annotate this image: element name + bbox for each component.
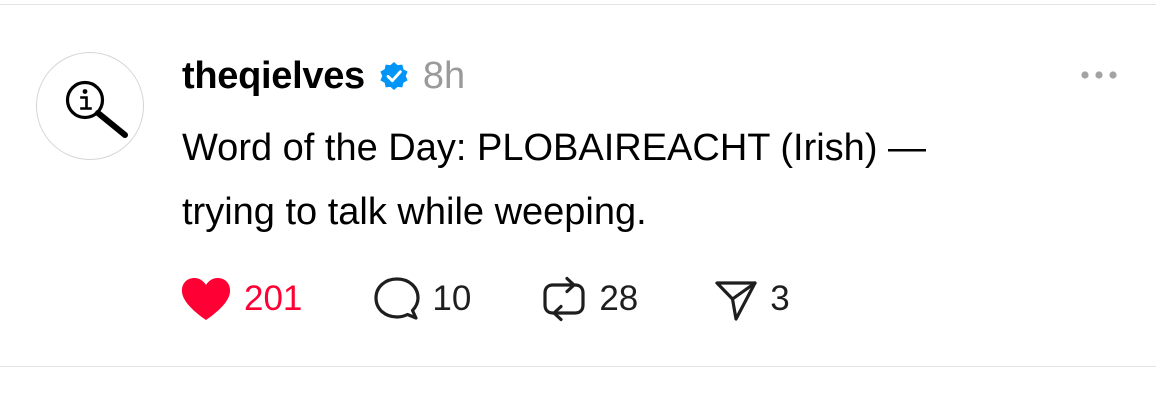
more-dots-icon [1081, 71, 1117, 79]
post-text: Word of the Day: PLOBAIREACHT (Irish) — … [182, 116, 1082, 244]
username-link[interactable]: theqielves [182, 55, 365, 98]
like-button[interactable]: 201 [178, 275, 302, 323]
top-divider [0, 4, 1156, 5]
post-actions: 201 10 28 3 [178, 274, 790, 324]
magnifier-info-icon [65, 80, 128, 138]
post-text-line-2: trying to talk while weeping. [182, 191, 647, 233]
verified-badge-icon [380, 61, 408, 91]
avatar[interactable] [36, 52, 144, 160]
reply-button[interactable]: 10 [372, 275, 471, 323]
more-options-button[interactable] [1074, 60, 1124, 90]
bottom-divider [0, 366, 1156, 367]
heart-icon [181, 278, 231, 320]
repost-count: 28 [599, 279, 639, 318]
reply-count: 10 [432, 279, 472, 318]
like-count: 201 [244, 279, 303, 318]
share-send-icon [715, 281, 757, 321]
post-text-line-1: Word of the Day: PLOBAIREACHT (Irish) — [182, 127, 927, 169]
repost-button[interactable]: 28 [539, 275, 638, 323]
repost-icon [543, 276, 585, 322]
share-button[interactable]: 3 [712, 275, 790, 323]
post-timestamp: 8h [422, 54, 466, 97]
comment-bubble-icon [374, 277, 421, 320]
share-count: 3 [770, 279, 790, 318]
post-header: theqielves 8h [182, 50, 465, 102]
